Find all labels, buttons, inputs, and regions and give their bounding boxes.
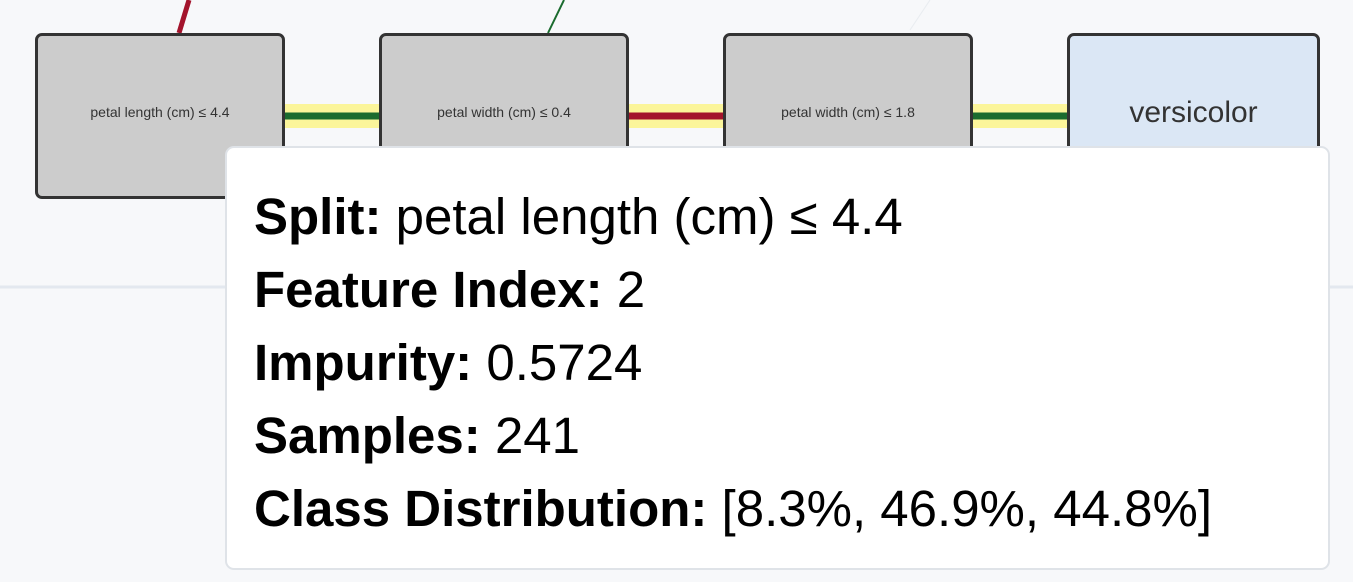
tree-canvas[interactable]: petal length (cm) ≤ 4.4 petal width (cm)… — [0, 0, 1353, 582]
tooltip-value: 241 — [494, 407, 581, 464]
node-label: petal length (cm) ≤ 4.4 — [90, 104, 230, 120]
tooltip-value: 0.5724 — [486, 334, 643, 391]
tooltip-value: 2 — [616, 261, 646, 318]
tooltip-split-row: Split: petal length (cm) ≤ 4.4 — [254, 180, 1328, 253]
tooltip-value: petal length (cm) ≤ 4.4 — [395, 188, 903, 245]
edge-incoming-false — [176, 0, 192, 34]
tooltip-key: Class Distribution: — [254, 480, 708, 537]
tooltip-samples-row: Samples: 241 — [254, 399, 1328, 472]
tooltip-value: [8.3%, 46.9%, 44.8%] — [721, 480, 1213, 537]
tooltip-key: Split: — [254, 188, 382, 245]
tooltip-key: Impurity: — [254, 334, 473, 391]
background-edge-faint — [909, 0, 931, 31]
tooltip-key: Feature Index: — [254, 261, 603, 318]
node-label: petal width (cm) ≤ 0.4 — [437, 104, 571, 120]
node-label: petal width (cm) ≤ 1.8 — [781, 104, 915, 120]
tooltip-class-distribution-row: Class Distribution: [8.3%, 46.9%, 44.8%] — [254, 472, 1328, 545]
node-tooltip: Split: petal length (cm) ≤ 4.4 Feature I… — [225, 146, 1330, 570]
node-label: versicolor — [1129, 96, 1258, 129]
tooltip-impurity-row: Impurity: 0.5724 — [254, 326, 1328, 399]
tooltip-feature-index-row: Feature Index: 2 — [254, 253, 1328, 326]
tooltip-key: Samples: — [254, 407, 481, 464]
edge-incoming-true — [547, 0, 565, 34]
